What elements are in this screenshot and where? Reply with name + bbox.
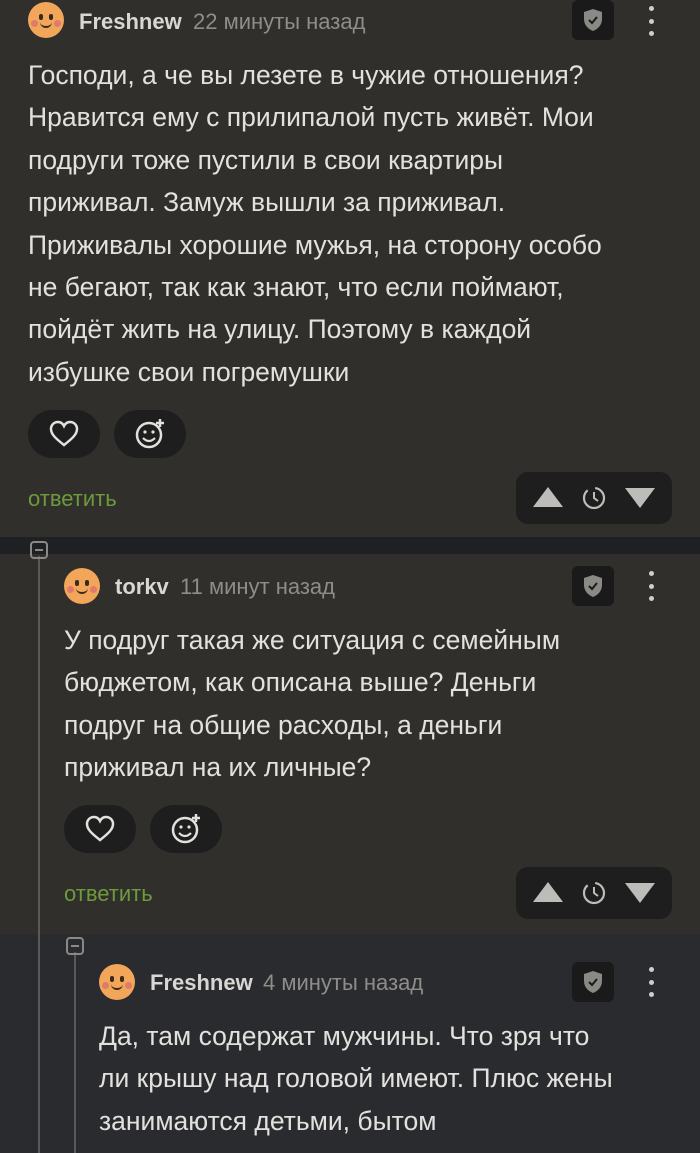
heart-icon <box>49 420 79 447</box>
avatar[interactable] <box>64 568 100 604</box>
more-vertical-icon[interactable] <box>648 571 654 601</box>
heart-icon <box>85 815 115 842</box>
comment-time: 4 минуты назад <box>263 970 424 995</box>
comment-author[interactable]: Freshnew <box>79 9 182 35</box>
clock-icon <box>582 486 606 510</box>
comment-text: Господи, а че вы лезете в чужие отношени… <box>28 60 602 387</box>
thread-separator <box>0 537 700 554</box>
comment-time: 11 минут назад <box>180 574 335 599</box>
comment-text: У подруг такая же ситуация с семейным бю… <box>64 625 561 783</box>
arrow-up-icon[interactable] <box>533 487 563 507</box>
shield-check-icon[interactable] <box>572 962 614 1002</box>
add-emoji-icon <box>135 419 164 449</box>
collapse-thread-icon[interactable] <box>30 541 48 559</box>
comment-text: Да, там содержат мужчины. Что зря что ли… <box>99 1021 613 1136</box>
thread-line-level-1[interactable] <box>38 556 40 1153</box>
arrow-down-icon[interactable] <box>625 883 655 903</box>
add-reaction-button[interactable] <box>114 410 186 458</box>
add-emoji-icon <box>171 814 200 844</box>
shield-check-icon[interactable] <box>572 0 614 40</box>
more-vertical-icon[interactable] <box>648 967 654 997</box>
collapse-thread-icon[interactable] <box>66 937 84 955</box>
thread-line-level-2[interactable] <box>74 952 76 1153</box>
arrow-down-icon[interactable] <box>625 488 655 508</box>
like-button[interactable] <box>64 805 136 853</box>
arrow-up-icon[interactable] <box>533 882 563 902</box>
reply-link[interactable]: ответить <box>28 486 117 512</box>
avatar[interactable] <box>99 964 135 1000</box>
comment-time: 22 минуты назад <box>193 9 366 34</box>
avatar[interactable] <box>28 2 64 38</box>
rating-controls <box>516 472 672 524</box>
comment-author[interactable]: Freshnew <box>150 970 253 996</box>
comment-author[interactable]: torkv <box>115 574 169 600</box>
clock-icon <box>582 881 606 905</box>
shield-check-icon[interactable] <box>572 566 614 606</box>
reply-link[interactable]: ответить <box>64 881 153 907</box>
add-reaction-button[interactable] <box>150 805 222 853</box>
rating-controls <box>516 867 672 919</box>
like-button[interactable] <box>28 410 100 458</box>
more-vertical-icon[interactable] <box>648 6 654 36</box>
